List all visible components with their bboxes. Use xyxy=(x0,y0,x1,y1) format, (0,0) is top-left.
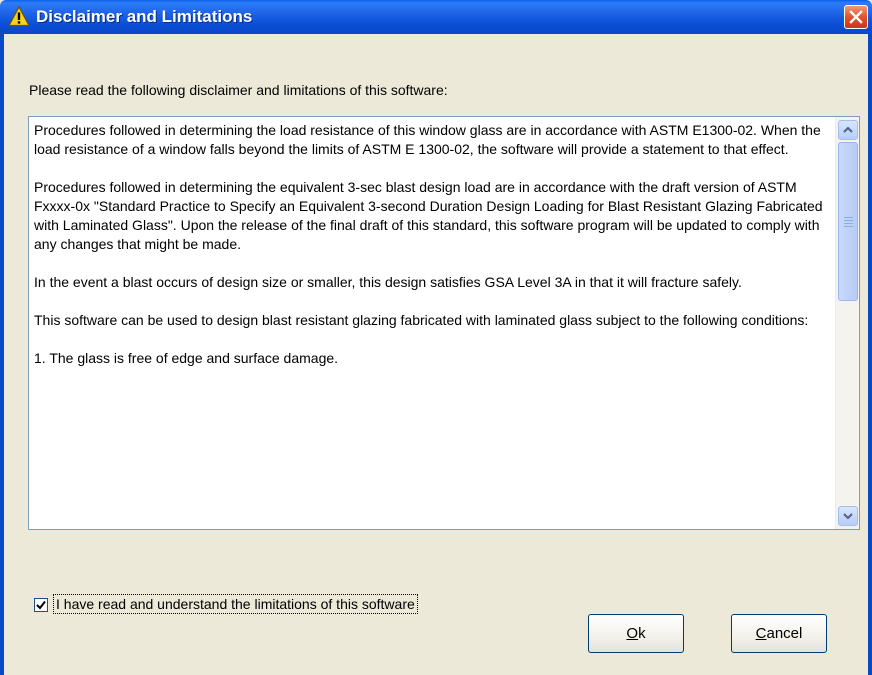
disclaimer-content: Procedures followed in determining the l… xyxy=(29,117,833,387)
ok-button[interactable]: Ok xyxy=(588,614,684,653)
disclaimer-paragraph: Procedures followed in determining the e… xyxy=(34,179,823,252)
cancel-mnemonic: C xyxy=(755,625,767,642)
disclaimer-paragraph: In the event a blast occurs of design si… xyxy=(34,274,742,290)
window-title: Disclaimer and Limitations xyxy=(36,7,253,26)
vertical-scrollbar[interactable] xyxy=(835,117,859,529)
cancel-label-rest: ancel xyxy=(766,625,803,642)
thumb-grip xyxy=(844,217,853,218)
ok-label-rest: k xyxy=(638,625,646,642)
checkmark-icon xyxy=(36,600,46,610)
disclaimer-paragraph: This software can be used to design blas… xyxy=(34,312,809,328)
close-button[interactable] xyxy=(844,5,868,29)
thumb-grip xyxy=(844,226,853,227)
window-frame-right xyxy=(868,34,872,675)
warning-icon xyxy=(8,6,30,27)
title-bar[interactable]: Disclaimer and Limitations xyxy=(0,0,872,34)
window-frame-left xyxy=(0,34,4,675)
close-icon xyxy=(849,10,863,24)
chevron-down-icon xyxy=(843,513,853,520)
disclaimer-textbox[interactable]: Procedures followed in determining the l… xyxy=(28,116,860,530)
disclaimer-paragraph: 1. The glass is free of edge and surface… xyxy=(34,350,339,366)
thumb-grip xyxy=(844,223,853,224)
cancel-button[interactable]: Cancel xyxy=(731,614,827,653)
disclaimer-paragraph: Procedures followed in determining the l… xyxy=(34,122,821,157)
acknowledge-checkbox[interactable] xyxy=(34,598,48,612)
acknowledge-label[interactable]: I have read and understand the limitatio… xyxy=(53,594,418,614)
scroll-up-button[interactable] xyxy=(838,120,858,140)
thumb-grip xyxy=(844,220,853,221)
scroll-thumb[interactable] xyxy=(838,142,858,301)
chevron-up-icon xyxy=(843,126,853,133)
disclaimer-dialog: Disclaimer and Limitations Please read t… xyxy=(0,0,872,675)
intro-text: Please read the following disclaimer and… xyxy=(29,82,448,98)
scroll-down-button[interactable] xyxy=(838,506,858,526)
ok-mnemonic: O xyxy=(626,625,639,642)
